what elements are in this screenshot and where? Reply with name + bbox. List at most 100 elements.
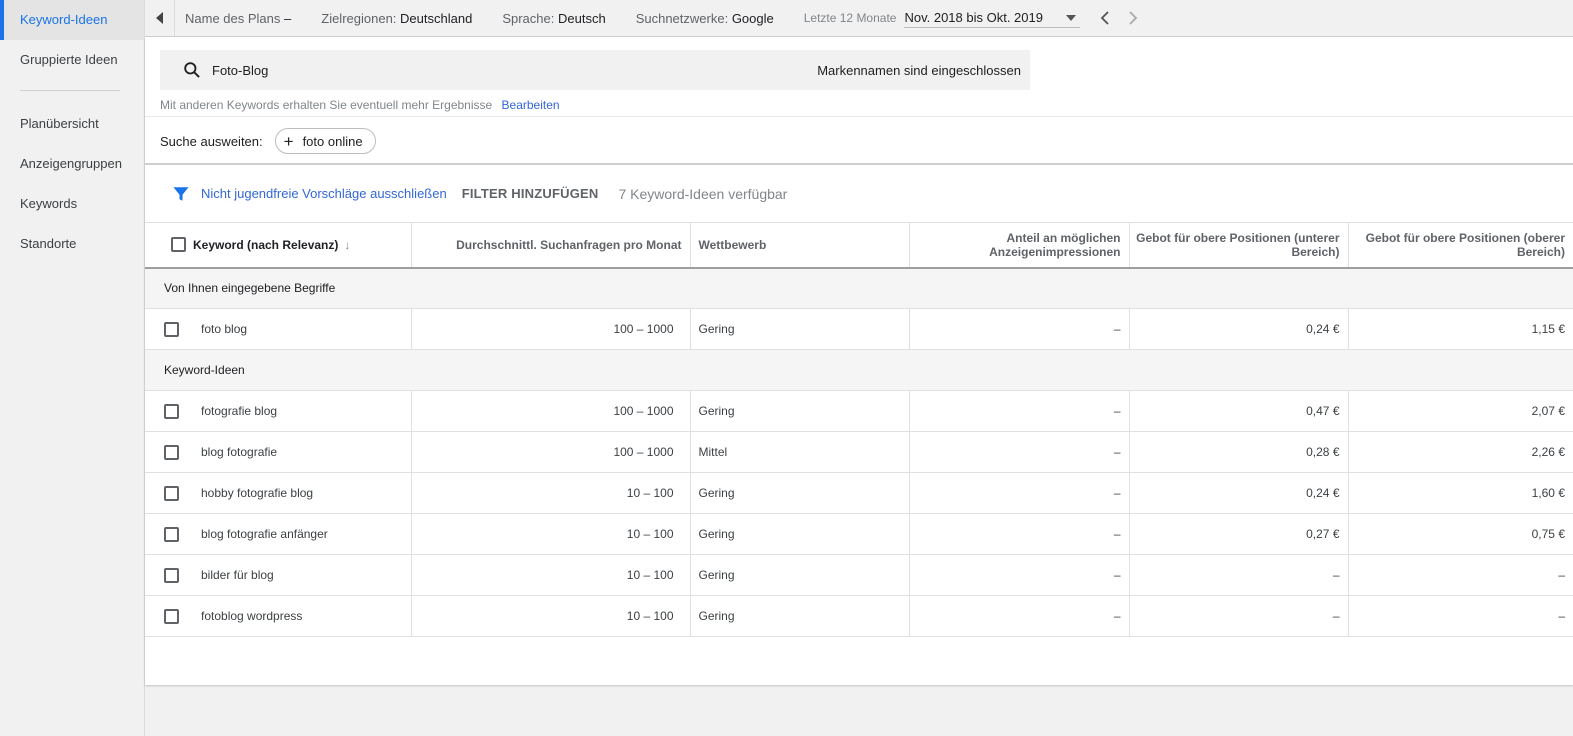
row-select-cell bbox=[145, 390, 193, 432]
header-keyword-label: Keyword (nach Relevanz) bbox=[193, 237, 339, 252]
plan-name-value: – bbox=[284, 10, 292, 26]
plan-name-label: Name des Plans bbox=[185, 10, 281, 26]
search-networks-label: Suchnetzwerke: bbox=[635, 10, 729, 26]
row-checkbox[interactable] bbox=[164, 321, 179, 337]
bid-high-cell: 0,75 € bbox=[1348, 513, 1573, 555]
header-keyword[interactable]: Keyword (nach Relevanz) ↓ bbox=[193, 222, 412, 269]
search-networks[interactable]: Suchnetzwerke: Google bbox=[636, 11, 774, 26]
header-impression-share[interactable]: Anteil an möglichen Anzeigenimpressionen bbox=[909, 222, 1130, 269]
header-share-line2: Anzeigenimpressionen bbox=[989, 244, 1121, 259]
select-all-cell bbox=[145, 222, 193, 269]
group-row-entered: Von Ihnen eingegebene Begriffe bbox=[145, 267, 1573, 309]
table-header-row: Keyword (nach Relevanz) ↓ Durchschnittl. … bbox=[145, 222, 1573, 269]
target-regions-label: Zielregionen: bbox=[321, 10, 397, 26]
row-select-cell bbox=[145, 513, 193, 555]
table-row: hobby fotografie blog 10 – 100 Gering – … bbox=[145, 472, 1573, 514]
header-bid-high-line1: Gebot für obere Positionen (oberer bbox=[1365, 230, 1565, 245]
broaden-search-label: Suche ausweiten: bbox=[160, 133, 263, 149]
row-checkbox[interactable] bbox=[164, 526, 179, 542]
share-cell: – bbox=[909, 513, 1130, 555]
header-bid-low[interactable]: Gebot für obere Positionen (unterer Bere… bbox=[1129, 222, 1349, 269]
competition-cell: Mittel bbox=[690, 431, 910, 473]
keyword-cell: foto blog bbox=[193, 308, 412, 350]
filter-icon[interactable] bbox=[172, 185, 190, 203]
search-networks-value: Google bbox=[731, 10, 774, 26]
search-input[interactable]: Foto-Blog bbox=[212, 63, 817, 78]
bid-low-cell: – bbox=[1129, 554, 1349, 596]
broaden-chip[interactable]: + foto online bbox=[274, 128, 376, 154]
sidebar-item-locations[interactable]: Standorte bbox=[0, 224, 144, 264]
group-label: Keyword-Ideen bbox=[145, 349, 1573, 391]
keyword-cell: fotografie blog bbox=[193, 390, 412, 432]
sidebar-item-grouped-ideas[interactable]: Gruppierte Ideen bbox=[0, 40, 144, 80]
competition-cell: Gering bbox=[690, 472, 910, 514]
sidebar-item-keywords[interactable]: Keywords bbox=[0, 184, 144, 224]
bid-low-cell: 0,28 € bbox=[1129, 431, 1349, 473]
chevron-left-icon[interactable] bbox=[1100, 11, 1110, 25]
competition-cell: Gering bbox=[690, 390, 910, 432]
keyword-count: 7 Keyword-Ideen verfügbar bbox=[618, 185, 788, 202]
language[interactable]: Sprache: Deutsch bbox=[502, 11, 605, 26]
date-range-value: Nov. 2018 bis Okt. 2019 bbox=[904, 10, 1043, 25]
searches-cell: 10 – 100 bbox=[411, 595, 691, 637]
table-row: bilder für blog 10 – 100 Gering – – – bbox=[145, 554, 1573, 596]
row-checkbox[interactable] bbox=[164, 608, 179, 624]
sidebar-item-ad-groups[interactable]: Anzeigengruppen bbox=[0, 144, 144, 184]
header-searches[interactable]: Durchschnittl. Suchanfragen pro Monat bbox=[411, 222, 691, 269]
keyword-cell: bilder für blog bbox=[193, 554, 412, 596]
language-label: Sprache: bbox=[502, 10, 555, 26]
bid-low-cell: 0,24 € bbox=[1129, 472, 1349, 514]
keyword-cell: hobby fotografie blog bbox=[193, 472, 412, 514]
keyword-cell: blog fotografie anfänger bbox=[193, 513, 412, 555]
searches-cell: 100 – 1000 bbox=[411, 390, 691, 432]
sidebar-item-plan-overview[interactable]: Planübersicht bbox=[0, 104, 144, 144]
header-share-line1: Anteil an möglichen bbox=[1006, 230, 1121, 245]
keyword-ideas-panel: Foto-Blog Markennamen sind eingeschlosse… bbox=[145, 37, 1573, 685]
edit-link[interactable]: Bearbeiten bbox=[502, 98, 560, 112]
header-competition[interactable]: Wettbewerb bbox=[690, 222, 910, 269]
share-cell: – bbox=[909, 595, 1130, 637]
header-bid-high[interactable]: Gebot für obere Positionen (oberer Berei… bbox=[1348, 222, 1573, 269]
row-select-cell bbox=[145, 431, 193, 473]
caret-down-icon bbox=[1066, 14, 1077, 21]
row-select-cell bbox=[145, 308, 193, 350]
select-all-checkbox[interactable] bbox=[171, 237, 186, 253]
searches-cell: 100 – 1000 bbox=[411, 431, 691, 473]
row-checkbox[interactable] bbox=[164, 485, 179, 501]
row-checkbox[interactable] bbox=[164, 403, 179, 419]
broaden-chip-label: foto online bbox=[302, 133, 363, 149]
divider bbox=[145, 116, 1573, 117]
searches-cell: 100 – 1000 bbox=[411, 308, 691, 350]
row-checkbox[interactable] bbox=[164, 567, 179, 583]
collapse-sidebar-button[interactable] bbox=[145, 0, 175, 37]
chevron-right-icon[interactable] bbox=[1128, 11, 1138, 25]
table-row: fotoblog wordpress 10 – 100 Gering – – – bbox=[145, 595, 1573, 637]
sidebar-item-keyword-ideas[interactable]: Keyword-Ideen bbox=[0, 0, 144, 40]
competition-cell: Gering bbox=[690, 554, 910, 596]
bid-low-cell: – bbox=[1129, 595, 1349, 637]
plan-name[interactable]: Name des Plans – bbox=[185, 11, 291, 26]
table-row: foto blog 100 – 1000 Gering – 0,24 € 1,1… bbox=[145, 308, 1573, 350]
share-cell: – bbox=[909, 431, 1130, 473]
row-select-cell bbox=[145, 595, 193, 637]
exclude-adult-filter[interactable]: Nicht jugendfreie Vorschläge ausschließe… bbox=[201, 186, 447, 201]
date-range-select[interactable]: Nov. 2018 bis Okt. 2019 bbox=[904, 8, 1081, 28]
sidebar: Keyword-Ideen Gruppierte Ideen Planübers… bbox=[0, 0, 145, 736]
back-arrow-icon bbox=[155, 12, 163, 24]
keyword-search-box[interactable]: Foto-Blog Markennamen sind eingeschlosse… bbox=[160, 50, 1030, 90]
bid-low-cell: 0,47 € bbox=[1129, 390, 1349, 432]
searches-cell: 10 – 100 bbox=[411, 554, 691, 596]
search-hint-text: Mit anderen Keywords erhalten Sie eventu… bbox=[160, 98, 493, 112]
bid-high-cell: 1,15 € bbox=[1348, 308, 1573, 350]
header-bid-high-line2: Bereich) bbox=[1516, 244, 1565, 259]
target-regions-value: Deutschland bbox=[400, 10, 473, 26]
sidebar-divider bbox=[20, 90, 120, 91]
add-filter-button[interactable]: FILTER HINZUFÜGEN bbox=[462, 186, 599, 201]
filter-bar: Nicht jugendfreie Vorschläge ausschließe… bbox=[145, 165, 1573, 222]
target-regions[interactable]: Zielregionen: Deutschland bbox=[321, 11, 472, 26]
brand-names-note: Markennamen sind eingeschlossen bbox=[817, 62, 1021, 78]
header-bid-low-line2: Bereich) bbox=[1291, 244, 1340, 259]
searches-cell: 10 – 100 bbox=[411, 472, 691, 514]
table-row: blog fotografie anfänger 10 – 100 Gering… bbox=[145, 513, 1573, 555]
row-checkbox[interactable] bbox=[164, 444, 179, 460]
